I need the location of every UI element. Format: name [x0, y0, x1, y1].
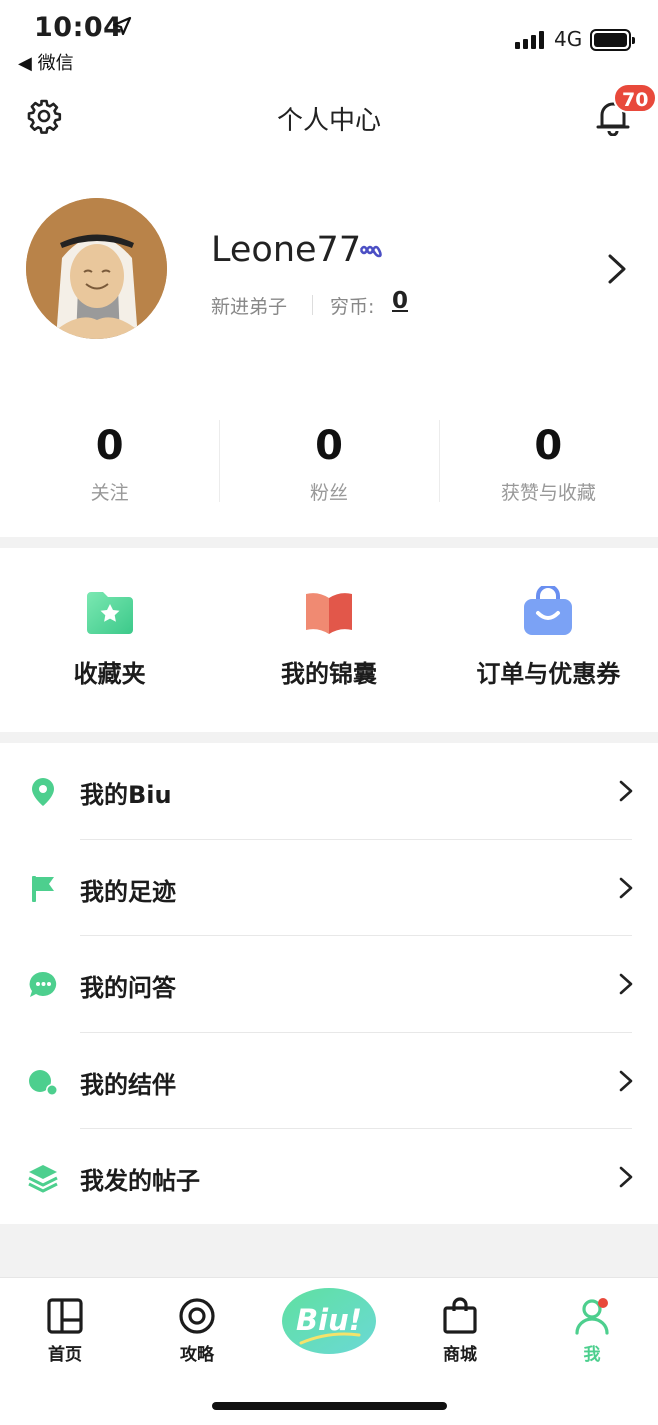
shortcut-guides[interactable]: 我的锦囊 — [219, 548, 438, 732]
layers-icon — [28, 1165, 58, 1193]
target-icon — [179, 1298, 215, 1334]
bag-icon — [524, 586, 573, 635]
menu-label: 我的问答 — [80, 974, 176, 1002]
profile-divider — [312, 295, 313, 315]
infinity-badge-icon — [359, 245, 382, 258]
page-title: 个人中心 — [276, 106, 381, 136]
username: Leone77 — [211, 230, 362, 270]
battery-icon — [590, 29, 635, 51]
tab-guide[interactable]: 攻略 — [147, 1278, 247, 1365]
chevron-right-icon — [619, 1070, 633, 1091]
coins-label: 穷币: — [330, 296, 375, 318]
stat-value: 0 — [95, 423, 124, 469]
menu-item-my-biu[interactable]: 我的Biu — [0, 743, 658, 840]
menu-item-companions[interactable]: 我的结伴 — [0, 1033, 658, 1129]
menu-label: 我发的帖子 — [80, 1167, 200, 1195]
tab-home[interactable]: 首页 — [15, 1278, 115, 1365]
menu-list: 我的Biu 我的足迹 我的问答 我的结伴 我发的帖子 — [0, 743, 658, 1226]
stat-label: 关注 — [90, 482, 129, 504]
shopping-bag-icon — [443, 1297, 477, 1334]
section-gap — [0, 537, 658, 548]
coins-value[interactable]: 0 — [392, 288, 408, 314]
stats-row: 0 关注 0 粉丝 0 获赞与收藏 — [0, 410, 658, 510]
avatar-image — [26, 198, 167, 339]
menu-item-my-posts[interactable]: 我发的帖子 — [0, 1129, 658, 1226]
folder-star-icon — [86, 592, 133, 634]
biu-label: Biu! — [296, 1303, 362, 1337]
chevron-right-icon — [619, 1166, 633, 1188]
stat-followers[interactable]: 0 粉丝 — [219, 410, 438, 510]
stat-following[interactable]: 0 关注 — [0, 410, 219, 510]
shortcut-favorites[interactable]: 收藏夹 — [0, 548, 219, 732]
shortcut-label: 我的锦囊 — [280, 660, 377, 688]
menu-label: 我的Biu — [80, 781, 172, 809]
tab-me[interactable]: 我 — [542, 1278, 642, 1365]
chevron-right-icon — [619, 780, 633, 802]
tab-label: 我 — [583, 1345, 601, 1365]
network-type: 4G — [554, 27, 583, 51]
stat-value: 0 — [315, 423, 343, 469]
stat-likes-favorites[interactable]: 0 获赞与收藏 — [438, 410, 658, 510]
menu-item-qa[interactable]: 我的问答 — [0, 936, 658, 1033]
chat-bubble-icon — [29, 971, 57, 997]
stat-label: 获赞与收藏 — [500, 482, 596, 504]
location-arrow-icon — [112, 16, 132, 36]
menu-label: 我的结伴 — [80, 1070, 176, 1099]
tab-label: 商城 — [443, 1345, 477, 1365]
tab-label: 首页 — [48, 1345, 82, 1365]
tab-label: 攻略 — [180, 1345, 214, 1365]
section-gap — [0, 732, 658, 743]
status-time: 10:04 — [34, 12, 123, 43]
location-pin-icon — [32, 778, 54, 806]
user-icon — [575, 1298, 609, 1335]
signal-icon — [515, 30, 544, 49]
companion-icon — [29, 1069, 58, 1096]
back-to-wechat[interactable]: ◀ 微信 — [18, 49, 74, 75]
home-grid-icon — [47, 1298, 83, 1334]
top-header: 个人中心 — [0, 80, 658, 152]
tab-shop[interactable]: 商城 — [410, 1278, 510, 1365]
notification-badge: 70 — [613, 83, 658, 113]
menu-item-footprints[interactable]: 我的足迹 — [0, 840, 658, 936]
shortcut-label: 收藏夹 — [73, 660, 146, 688]
chevron-right-icon — [619, 973, 633, 995]
shortcut-label: 订单与优惠券 — [476, 660, 621, 688]
avatar[interactable] — [26, 198, 167, 339]
home-indicator[interactable] — [212, 1402, 447, 1410]
stat-label: 粉丝 — [309, 482, 348, 504]
shortcuts-row: 收藏夹 我的锦囊 订单与优惠券 — [0, 548, 658, 732]
stat-value: 0 — [534, 423, 563, 469]
user-level: 新进弟子 — [211, 296, 288, 318]
flag-icon — [32, 875, 54, 902]
status-bar: 10:04 ◀ 微信 4G — [0, 0, 658, 80]
chevron-right-icon[interactable] — [606, 253, 628, 285]
chevron-right-icon — [619, 877, 633, 898]
shortcut-orders-coupons[interactable]: 订单与优惠券 — [439, 548, 658, 732]
biu-button[interactable]: Biu! — [281, 1287, 377, 1355]
book-icon — [305, 593, 352, 634]
menu-label: 我的足迹 — [80, 877, 176, 906]
bottom-spacer — [0, 1224, 658, 1277]
